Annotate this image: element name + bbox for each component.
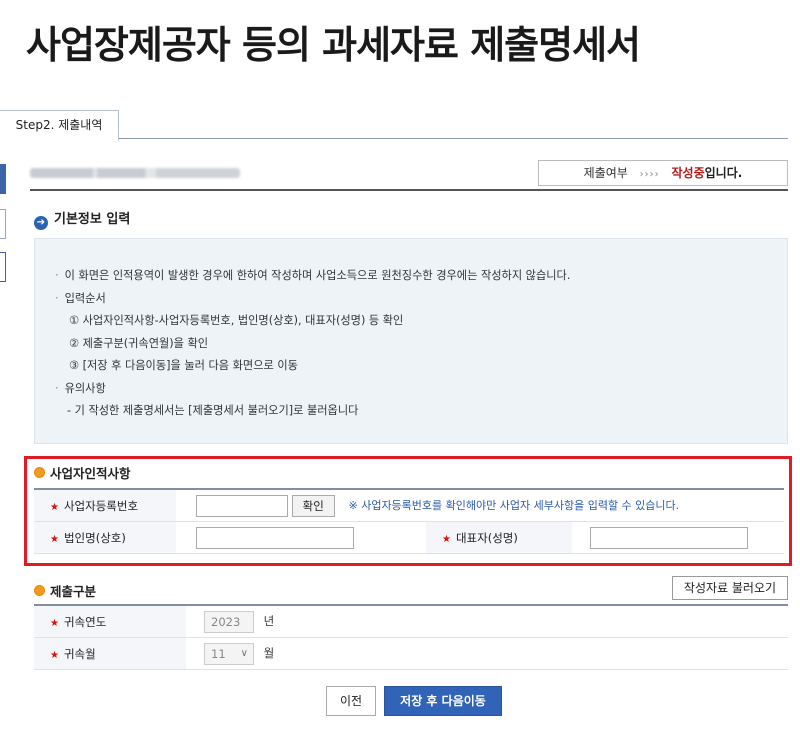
status-arrows: ›››› xyxy=(639,169,660,180)
year-label: ★ 귀속연도 xyxy=(34,605,186,638)
status-row: 제출여부 ›››› 작성중입니다. xyxy=(30,160,788,188)
table-row: ★ 귀속연도 2023 년 xyxy=(34,605,788,638)
submission-title: 제출구분 xyxy=(50,584,97,599)
month-value: 11 xyxy=(211,646,226,661)
reg-no-input[interactable] xyxy=(196,494,288,517)
orange-bullet-icon xyxy=(34,467,45,478)
guide-text: ② 제출구분(귀속연월)을 확인 xyxy=(69,336,209,350)
save-next-button[interactable]: 저장 후 다음이동 xyxy=(384,686,502,716)
table-row: ★ 사업자등록번호 확인 ※ 사업자등록번호를 확인해야만 사업자 세부사항을 입… xyxy=(34,489,784,522)
required-icon: ★ xyxy=(50,617,59,629)
guide-step: ① 사업자인적사항-사업자등록번호, 법인명(상호), 대표자(성명) 등 확인 xyxy=(55,312,787,335)
left-side-tab-2[interactable] xyxy=(0,209,6,239)
blurred-info-text xyxy=(30,168,240,178)
table-row: ★ 귀속월 11 ∨ 월 xyxy=(34,637,788,670)
corp-name-input[interactable] xyxy=(196,526,354,549)
guide-step: ③ [저장 후 다음이동]을 눌러 다음 화면으로 이동 xyxy=(55,357,787,380)
chevron-down-icon: ∨ xyxy=(240,647,248,659)
month-unit: 월 xyxy=(263,646,275,660)
submission-status-box: 제출여부 ›››› 작성중입니다. xyxy=(538,160,788,186)
guide-text: 이 화면은 인적용역이 발생한 경우에 한하여 작성하며 사업소득으로 원천징수… xyxy=(64,269,571,282)
guide-text: - 기 작성한 제출명세서는 [제출명세서 불러오기]로 불러옵니다 xyxy=(67,404,359,417)
guide-text: ① 사업자인적사항-사업자등록번호, 법인명(상호), 대표자(성명) 등 확인 xyxy=(69,314,404,327)
guide-text: 입력순서 xyxy=(64,291,106,305)
table-row: ★ 법인명(상호) ★ 대표자(성명) xyxy=(34,521,784,554)
status-suffix: 입니다. xyxy=(704,166,743,180)
required-icon: ★ xyxy=(442,533,451,545)
reg-no-label: ★ 사업자등록번호 xyxy=(34,489,176,522)
rep-label: ★ 대표자(성명) xyxy=(426,521,572,554)
required-icon: ★ xyxy=(50,501,59,513)
left-side-tab-1[interactable] xyxy=(0,164,6,194)
tab-bar: Step2. 제출내역 xyxy=(0,110,800,141)
year-unit: 년 xyxy=(263,614,275,628)
guide-box: · 이 화면은 인적용역이 발생한 경우에 한하여 작성하며 사업소득으로 원천징… xyxy=(34,238,788,444)
month-label: ★ 귀속월 xyxy=(34,637,186,670)
guide-step: ② 제출구분(귀속연월)을 확인 xyxy=(55,335,787,358)
submission-table: ★ 귀속연도 2023 년 ★ 귀속월 11 ∨ 월 xyxy=(34,604,788,670)
month-select[interactable]: 11 ∨ xyxy=(204,642,254,665)
tab-step2[interactable]: Step2. 제출내역 xyxy=(0,110,119,141)
guide-note: - 기 작성한 제출명세서는 [제출명세서 불러오기]로 불러옵니다 xyxy=(55,402,787,425)
reg-no-note: ※ 사업자등록번호를 확인해야만 사업자 세부사항을 입력할 수 있습니다. xyxy=(348,499,680,512)
required-icon: ★ xyxy=(50,649,59,661)
business-info-title: 사업자인적사항 xyxy=(50,466,131,481)
status-divider xyxy=(30,189,788,191)
corp-name-label: ★ 법인명(상호) xyxy=(34,521,176,554)
guide-line: · 유의사항 xyxy=(55,381,106,395)
load-saved-data-button[interactable]: 작성자료 불러오기 xyxy=(672,576,788,600)
status-label: 제출여부 xyxy=(583,166,628,180)
rep-input[interactable] xyxy=(590,526,748,549)
business-info-table: ★ 사업자등록번호 확인 ※ 사업자등록번호를 확인해야만 사업자 세부사항을 입… xyxy=(34,488,784,554)
business-info-heading: 사업자인적사항 xyxy=(34,463,131,482)
arrow-right-circle-icon: ➔ xyxy=(34,216,48,230)
guide-text: 유의사항 xyxy=(64,381,106,395)
guide-line: · 이 화면은 인적용역이 발생한 경우에 한하여 작성하며 사업소득으로 원천징… xyxy=(55,269,571,282)
left-side-tab-3[interactable] xyxy=(0,252,6,282)
status-state: 작성중 xyxy=(671,166,705,180)
page-title: 사업장제공자 등의 과세자료 제출명세서 xyxy=(26,23,641,67)
prev-button[interactable]: 이전 xyxy=(326,686,376,716)
required-icon: ★ xyxy=(50,533,59,545)
year-field: 2023 xyxy=(204,610,254,633)
submission-heading: 제출구분 xyxy=(34,581,96,600)
section-basic-title: 기본정보 입력 xyxy=(54,212,131,227)
guide-line: · 입력순서 xyxy=(55,291,106,305)
section-basic-info: ➔ 기본정보 입력 xyxy=(34,208,130,230)
orange-bullet-icon xyxy=(34,585,45,596)
guide-text: ③ [저장 후 다음이동]을 눌러 다음 화면으로 이동 xyxy=(69,359,298,372)
confirm-button[interactable]: 확인 xyxy=(291,494,335,517)
